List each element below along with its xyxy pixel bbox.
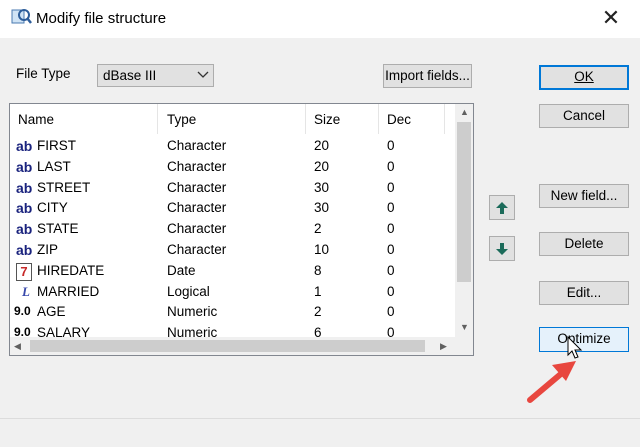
move-up-button[interactable]	[489, 195, 515, 220]
cell-name: MARRIED	[37, 283, 100, 299]
column-header-name[interactable]: Name	[18, 112, 54, 127]
status-separator	[0, 418, 640, 419]
scroll-up-icon[interactable]: ▲	[460, 107, 469, 117]
cell-dec: 0	[387, 179, 395, 195]
cell-name: FIRST	[37, 138, 76, 153]
scroll-down-icon[interactable]: ▼	[460, 322, 469, 332]
cell-type: Character	[167, 221, 227, 237]
cell-name: AGE	[37, 304, 66, 320]
file-type-label: File Type	[16, 66, 71, 81]
table-row[interactable]: ab FIRST Character 20 0	[10, 136, 455, 157]
ok-label: OK	[574, 69, 594, 84]
cell-name: STREET	[37, 179, 91, 195]
horizontal-scroll-thumb[interactable]	[30, 340, 425, 352]
character-field-icon: ab	[16, 158, 33, 175]
annotation-arrow-icon	[527, 335, 583, 403]
cell-type: Logical	[167, 283, 210, 299]
horizontal-scrollbar[interactable]: ◀ ▶	[10, 337, 455, 355]
move-down-button[interactable]	[489, 236, 515, 261]
column-header-size[interactable]: Size	[314, 112, 340, 127]
cell-size: 30	[314, 200, 330, 216]
logical-field-icon: L	[22, 283, 30, 299]
cell-dec: 0	[387, 221, 395, 237]
title-bar: Modify file structure ✕	[0, 0, 640, 38]
cell-dec: 0	[387, 138, 395, 153]
scroll-left-icon[interactable]: ◀	[14, 341, 21, 352]
cancel-button[interactable]: Cancel	[539, 104, 629, 128]
cell-size: 2	[314, 304, 322, 320]
table-row[interactable]: ab STATE Character 2 0	[10, 219, 455, 240]
cell-dec: 0	[387, 242, 395, 257]
table-row[interactable]: L MARRIED Logical 1 0	[10, 282, 455, 303]
window-title: Modify file structure	[36, 10, 167, 27]
date-field-icon: 7	[16, 262, 32, 281]
cell-dec: 0	[387, 158, 395, 174]
close-icon[interactable]: ✕	[596, 4, 626, 32]
cell-dec: 0	[387, 262, 395, 278]
cell-size: 8	[314, 262, 322, 278]
cell-size: 1	[314, 283, 322, 299]
cell-type: Character	[167, 179, 227, 195]
list-header: Name Type Size Dec	[10, 104, 455, 134]
vertical-scrollbar[interactable]: ▲ ▼	[455, 104, 473, 337]
cell-type: Character	[167, 158, 227, 174]
cell-size: 20	[314, 158, 330, 174]
vertical-scroll-thumb[interactable]	[457, 122, 471, 282]
cell-size: 2	[314, 221, 322, 237]
scroll-right-icon[interactable]: ▶	[440, 341, 447, 352]
cell-dec: 0	[387, 304, 395, 320]
field-list[interactable]: Name Type Size Dec ab FIRST Character 20 0 ab…	[9, 103, 474, 356]
column-header-dec[interactable]: Dec	[387, 112, 411, 127]
chevron-down-icon	[197, 71, 209, 78]
table-row[interactable]: ab STREET Character 30 0	[10, 178, 455, 199]
column-header-type[interactable]: Type	[167, 112, 196, 127]
edit-button[interactable]: Edit...	[539, 281, 629, 305]
character-field-icon: ab	[16, 221, 33, 238]
cell-dec: 0	[387, 283, 395, 299]
cell-name: LAST	[37, 158, 71, 174]
import-fields-button[interactable]: Import fields...	[383, 64, 472, 88]
character-field-icon: ab	[16, 200, 33, 217]
cell-type: Date	[167, 262, 196, 278]
table-row[interactable]: ab LAST Character 20 0	[10, 157, 455, 178]
character-field-icon: ab	[16, 179, 33, 196]
cell-size: 30	[314, 179, 330, 195]
app-icon	[11, 9, 32, 24]
arrow-down-icon	[496, 243, 508, 255]
file-type-value: dBase III	[103, 68, 157, 83]
cell-dec: 0	[387, 200, 395, 216]
table-row[interactable]: ab ZIP Character 10 0	[10, 240, 455, 261]
arrow-up-icon	[496, 202, 508, 214]
cell-size: 20	[314, 138, 330, 153]
table-row[interactable]: 9.0 AGE Numeric 2 0	[10, 302, 455, 323]
cell-name: ZIP	[37, 242, 59, 257]
file-type-select[interactable]: dBase III	[97, 64, 214, 87]
cell-type: Numeric	[167, 304, 218, 320]
cell-type: Character	[167, 138, 227, 153]
delete-button[interactable]: Delete	[539, 232, 629, 256]
cell-type: Character	[167, 242, 227, 257]
cell-size: 10	[314, 242, 330, 257]
cell-name: STATE	[37, 221, 79, 237]
character-field-icon: ab	[16, 138, 33, 154]
cell-type: Character	[167, 200, 227, 216]
new-field-button[interactable]: New field...	[539, 184, 629, 208]
numeric-field-icon: 9.0	[14, 304, 31, 319]
table-row[interactable]: ab CITY Character 30 0	[10, 198, 455, 219]
ok-button[interactable]: OK	[539, 65, 629, 90]
scrollbar-corner	[455, 337, 473, 355]
table-row[interactable]: 7 HIREDATE Date 8 0	[10, 261, 455, 282]
cell-name: HIREDATE	[37, 262, 105, 278]
character-field-icon: ab	[16, 242, 33, 258]
cell-name: CITY	[37, 200, 68, 216]
